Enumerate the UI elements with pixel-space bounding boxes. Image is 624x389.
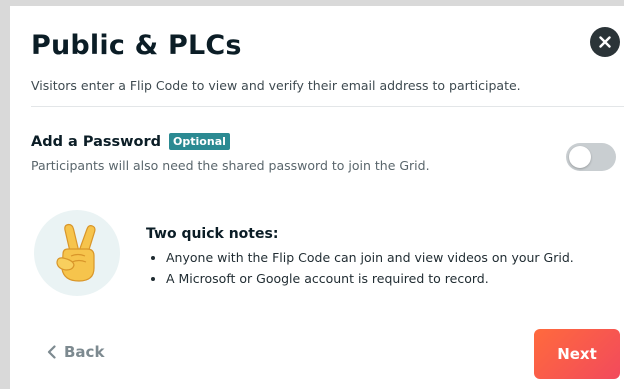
password-toggle[interactable] <box>566 143 616 171</box>
close-button[interactable] <box>590 27 620 57</box>
close-icon <box>599 36 611 48</box>
list-item: A Microsoft or Google account is require… <box>166 270 574 287</box>
toggle-knob <box>569 146 591 168</box>
password-heading: Add a Password Optional <box>31 133 230 150</box>
password-title: Add a Password <box>31 133 162 150</box>
list-item: Anyone with the Flip Code can join and v… <box>166 249 574 266</box>
next-button[interactable]: Next <box>534 329 620 379</box>
notes-list: Anyone with the Flip Code can join and v… <box>150 249 574 291</box>
optional-badge: Optional <box>169 133 230 150</box>
divider <box>31 106 624 107</box>
chevron-left-icon <box>47 345 56 359</box>
peace-hand-icon <box>56 223 96 282</box>
back-button[interactable]: Back <box>47 343 104 361</box>
visibility-modal: Public & PLCs Visitors enter a Flip Code… <box>10 6 624 389</box>
modal-subtitle: Visitors enter a Flip Code to view and v… <box>31 78 521 93</box>
password-description: Participants will also need the shared p… <box>31 158 430 173</box>
modal-title: Public & PLCs <box>31 30 242 61</box>
back-label: Back <box>64 343 105 361</box>
notes-title: Two quick notes: <box>146 226 279 242</box>
peace-hand-badge <box>34 210 120 296</box>
